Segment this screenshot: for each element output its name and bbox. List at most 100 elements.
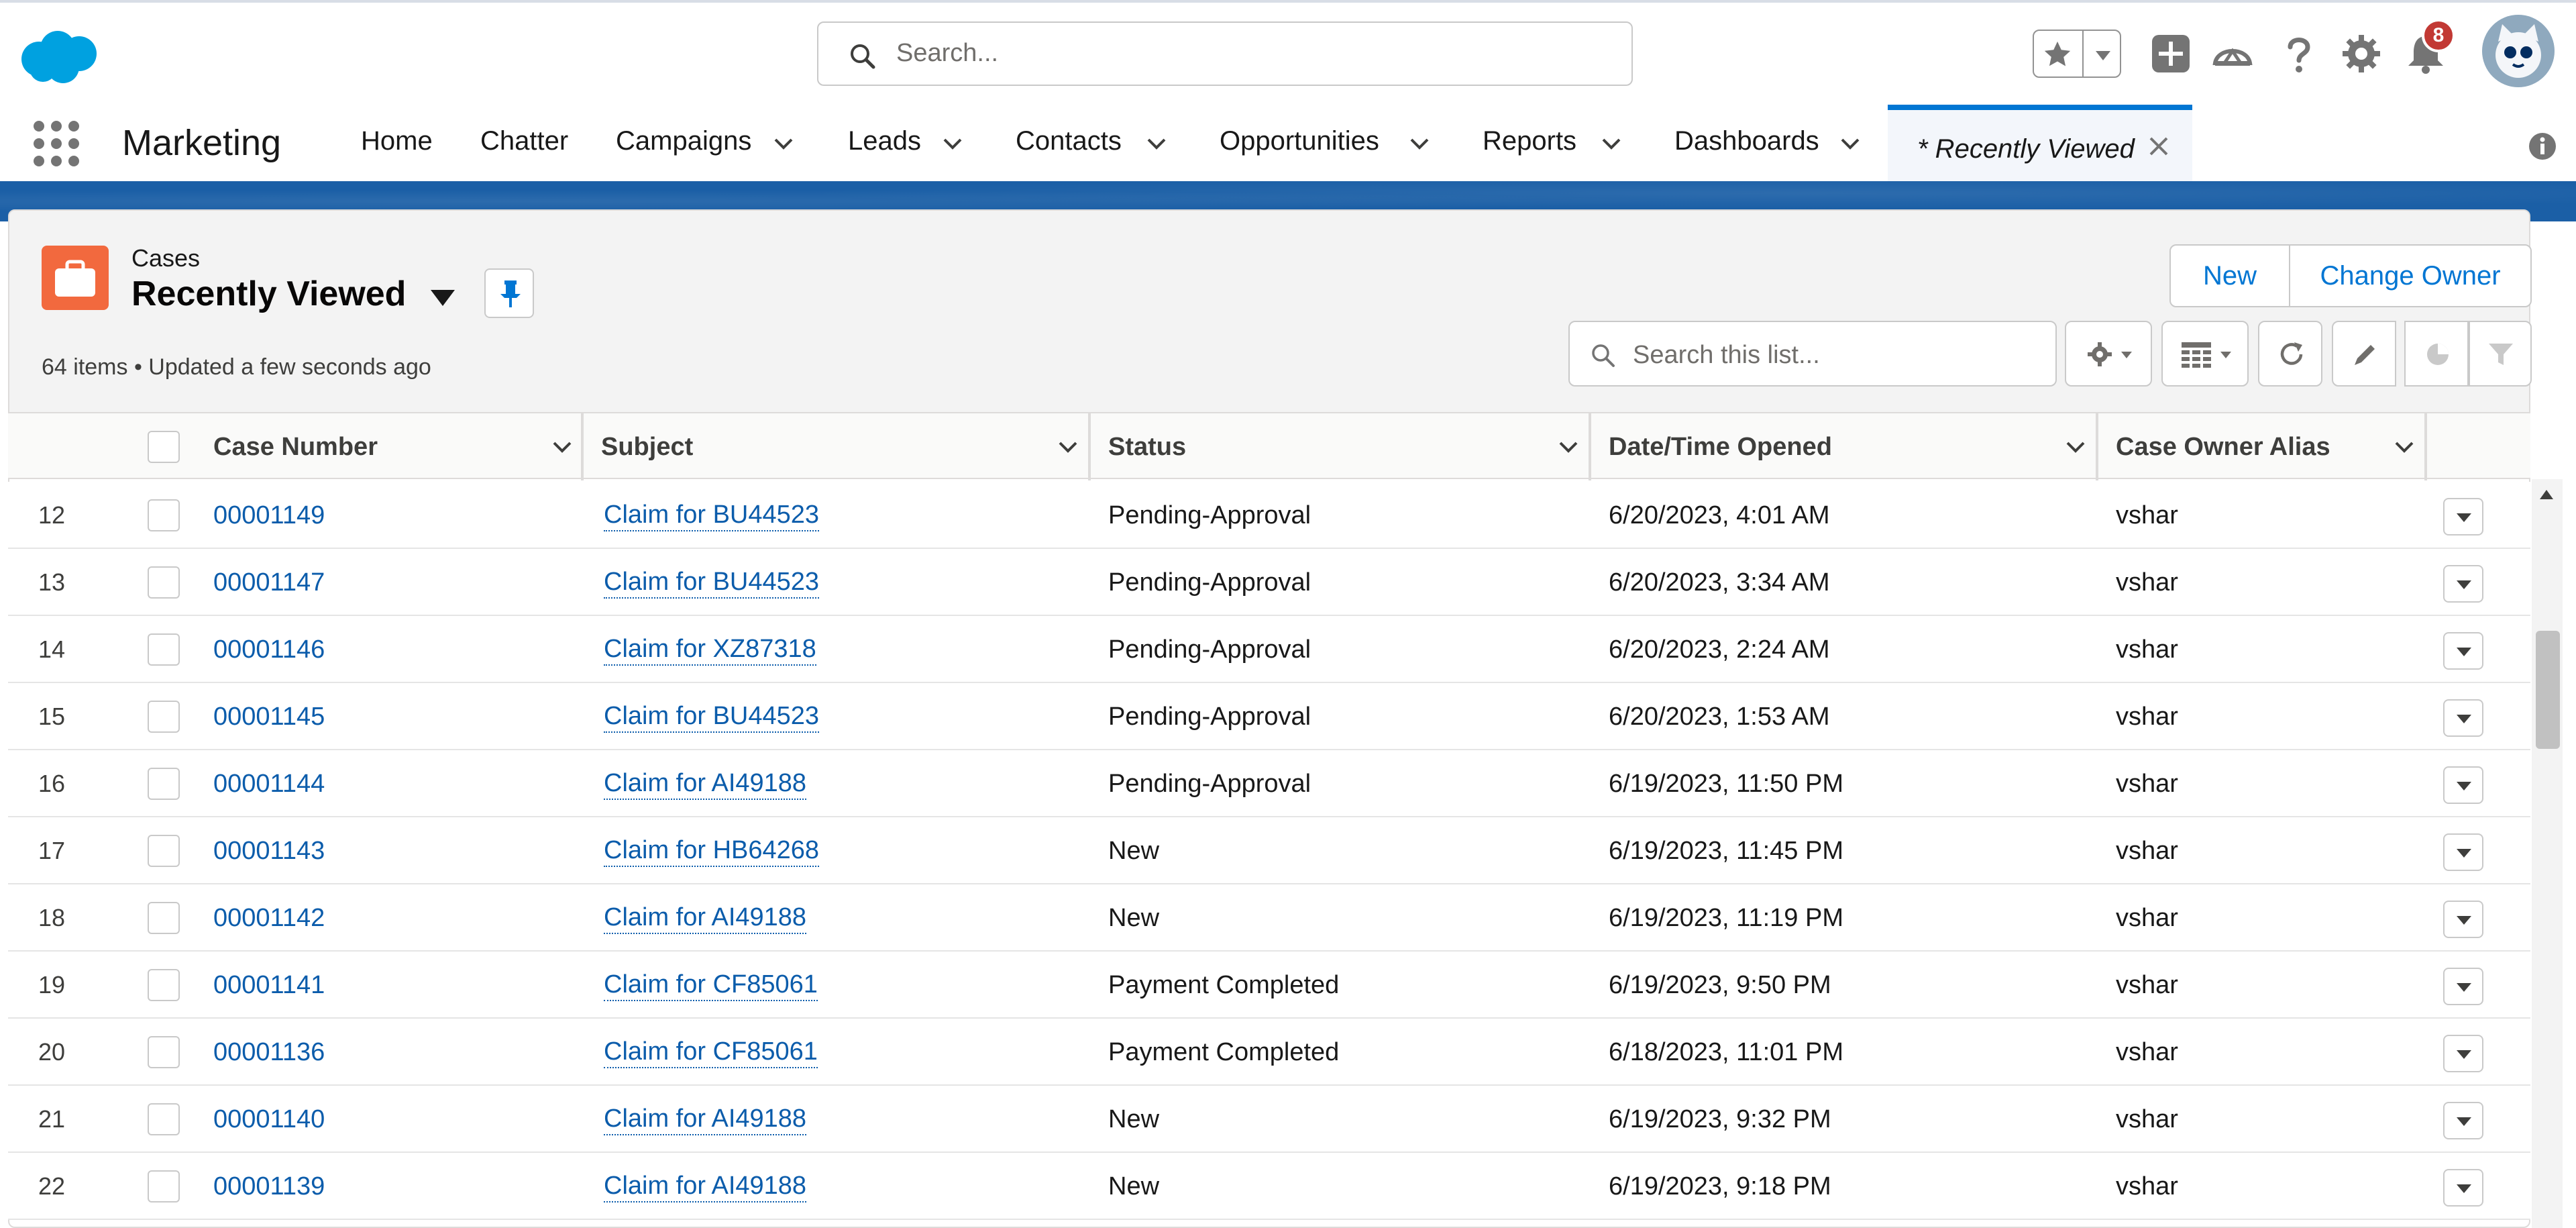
case-number-link[interactable]: 00001144 bbox=[213, 770, 325, 799]
row-checkbox[interactable] bbox=[148, 1036, 180, 1068]
row-actions-button[interactable] bbox=[2443, 968, 2483, 1005]
leads-chevron-down-icon[interactable] bbox=[941, 132, 965, 156]
avatar[interactable] bbox=[2482, 15, 2555, 87]
column-divider[interactable] bbox=[2424, 413, 2427, 480]
row-actions-button[interactable] bbox=[2443, 632, 2483, 670]
salesforce-logo[interactable] bbox=[16, 27, 103, 87]
row-actions-button[interactable] bbox=[2443, 1035, 2483, 1072]
column-menu-chevron-down-icon[interactable] bbox=[2062, 433, 2089, 460]
display-as-button[interactable] bbox=[2161, 321, 2249, 387]
favorites-dropdown-icon[interactable] bbox=[2093, 47, 2113, 63]
nav-item-campaigns[interactable]: Campaigns bbox=[616, 126, 751, 156]
subject-link[interactable]: Claim for AI49188 bbox=[604, 902, 807, 934]
opportunities-chevron-down-icon[interactable] bbox=[1407, 132, 1432, 156]
case-number-link[interactable]: 00001143 bbox=[213, 837, 325, 866]
row-checkbox[interactable] bbox=[148, 1103, 180, 1135]
gear-icon[interactable] bbox=[2340, 32, 2383, 75]
row-actions-button[interactable] bbox=[2443, 1102, 2483, 1139]
star-icon[interactable] bbox=[2042, 39, 2073, 70]
dashboards-chevron-down-icon[interactable] bbox=[1838, 132, 1862, 156]
list-view-title[interactable]: Recently Viewed bbox=[131, 274, 406, 314]
subject-link[interactable]: Claim for AI49188 bbox=[604, 1103, 807, 1135]
nav-item-chatter[interactable]: Chatter bbox=[480, 126, 568, 156]
subject-link[interactable]: Claim for BU44523 bbox=[604, 499, 820, 531]
table-row[interactable]: 19 00001141 Claim for CF85061 Payment Compl… bbox=[8, 952, 2530, 1019]
case-number-link[interactable]: 00001140 bbox=[213, 1105, 325, 1134]
new-button[interactable]: New bbox=[2169, 244, 2290, 307]
column-menu-chevron-down-icon[interactable] bbox=[1055, 433, 1081, 460]
column-header-date-time-opened[interactable]: Date/Time Opened bbox=[1591, 413, 2098, 480]
filter-button[interactable] bbox=[2469, 321, 2532, 387]
row-checkbox[interactable] bbox=[148, 835, 180, 867]
contacts-chevron-down-icon[interactable] bbox=[1144, 132, 1169, 156]
subject-link[interactable]: Claim for BU44523 bbox=[604, 566, 820, 599]
campaigns-chevron-down-icon[interactable] bbox=[771, 132, 796, 156]
table-row[interactable]: 18 00001142 Claim for AI49188 New 6/19/2023,… bbox=[8, 884, 2530, 952]
row-actions-button[interactable] bbox=[2443, 565, 2483, 603]
info-icon[interactable] bbox=[2528, 132, 2557, 161]
subject-link[interactable]: Claim for AI49188 bbox=[604, 768, 807, 800]
table-row[interactable]: 17 00001143 Claim for HB64268 New 6/19/2023,… bbox=[8, 817, 2530, 884]
row-checkbox[interactable] bbox=[148, 499, 180, 531]
column-header-subject[interactable]: Subject bbox=[584, 413, 1091, 480]
column-menu-chevron-down-icon[interactable] bbox=[2391, 433, 2418, 460]
column-header-status[interactable]: Status bbox=[1091, 413, 1591, 480]
table-row[interactable]: 16 00001144 Claim for AI49188 Pending-Appro… bbox=[8, 750, 2530, 817]
scrollbar-thumb[interactable] bbox=[2536, 631, 2560, 749]
table-row[interactable]: 15 00001145 Claim for BU44523 Pending-Appro… bbox=[8, 683, 2530, 750]
list-view-switcher-icon[interactable] bbox=[428, 285, 458, 311]
row-actions-button[interactable] bbox=[2443, 766, 2483, 804]
list-search-input[interactable]: Search this list... bbox=[1568, 321, 2057, 387]
nav-item-home[interactable]: Home bbox=[361, 126, 433, 156]
tab-recently-viewed[interactable]: * Recently Viewed bbox=[1888, 105, 2192, 181]
row-actions-button[interactable] bbox=[2443, 1169, 2483, 1207]
row-checkbox[interactable] bbox=[148, 768, 180, 800]
case-number-link[interactable]: 00001142 bbox=[213, 904, 325, 933]
column-header-case-owner-alias[interactable]: Case Owner Alias bbox=[2098, 413, 2427, 480]
row-checkbox[interactable] bbox=[148, 633, 180, 666]
row-actions-button[interactable] bbox=[2443, 833, 2483, 871]
subject-link[interactable]: Claim for HB64268 bbox=[604, 835, 820, 867]
scrollbar[interactable] bbox=[2532, 479, 2563, 1228]
table-row[interactable]: 21 00001140 Claim for AI49188 New 6/19/2023,… bbox=[8, 1086, 2530, 1153]
subject-link[interactable]: Claim for AI49188 bbox=[604, 1170, 807, 1203]
column-menu-chevron-down-icon[interactable] bbox=[1555, 433, 1582, 460]
charts-button[interactable] bbox=[2404, 321, 2469, 387]
subject-link[interactable]: Claim for CF85061 bbox=[604, 1036, 818, 1068]
close-icon[interactable] bbox=[2145, 133, 2172, 160]
list-settings-button[interactable] bbox=[2065, 321, 2152, 387]
row-checkbox[interactable] bbox=[148, 701, 180, 733]
help-icon[interactable] bbox=[2277, 32, 2320, 75]
case-number-link[interactable]: 00001139 bbox=[213, 1172, 325, 1201]
pin-list-button[interactable] bbox=[484, 268, 534, 318]
case-number-link[interactable]: 00001145 bbox=[213, 703, 325, 731]
case-number-link[interactable]: 00001146 bbox=[213, 635, 325, 664]
reports-chevron-down-icon[interactable] bbox=[1599, 132, 1623, 156]
nav-item-opportunities[interactable]: Opportunities bbox=[1220, 126, 1379, 156]
table-row[interactable]: 20 00001136 Claim for CF85061 Payment Compl… bbox=[8, 1019, 2530, 1086]
subject-link[interactable]: Claim for BU44523 bbox=[604, 701, 820, 733]
case-number-link[interactable]: 00001141 bbox=[213, 971, 325, 1000]
subject-link[interactable]: Claim for CF85061 bbox=[604, 969, 818, 1001]
case-number-link[interactable]: 00001149 bbox=[213, 501, 325, 530]
trailhead-icon[interactable] bbox=[2211, 34, 2254, 76]
nav-item-reports[interactable]: Reports bbox=[1483, 126, 1576, 156]
nav-item-dashboards[interactable]: Dashboards bbox=[1674, 126, 1819, 156]
refresh-button[interactable] bbox=[2258, 321, 2322, 387]
subject-link[interactable]: Claim for XZ87318 bbox=[604, 633, 816, 666]
row-actions-button[interactable] bbox=[2443, 498, 2483, 535]
scroll-up-arrow-icon[interactable] bbox=[2538, 487, 2555, 501]
global-search-input[interactable]: Search... bbox=[817, 21, 1633, 86]
edit-list-button[interactable] bbox=[2332, 321, 2396, 387]
column-header-case-number[interactable]: Case Number bbox=[141, 413, 584, 480]
row-actions-button[interactable] bbox=[2443, 901, 2483, 938]
row-checkbox[interactable] bbox=[148, 1170, 180, 1203]
table-row[interactable]: 13 00001147 Claim for BU44523 Pending-Appro… bbox=[8, 549, 2530, 616]
table-row[interactable]: 12 00001149 Claim for BU44523 Pending-Appro… bbox=[8, 482, 2530, 549]
table-row[interactable]: 22 00001139 Claim for AI49188 New 6/19/2023,… bbox=[8, 1153, 2530, 1220]
case-number-link[interactable]: 00001147 bbox=[213, 568, 325, 597]
row-actions-button[interactable] bbox=[2443, 699, 2483, 737]
app-launcher-icon[interactable] bbox=[31, 118, 82, 169]
row-checkbox[interactable] bbox=[148, 566, 180, 599]
change-owner-button[interactable]: Change Owner bbox=[2289, 244, 2532, 307]
